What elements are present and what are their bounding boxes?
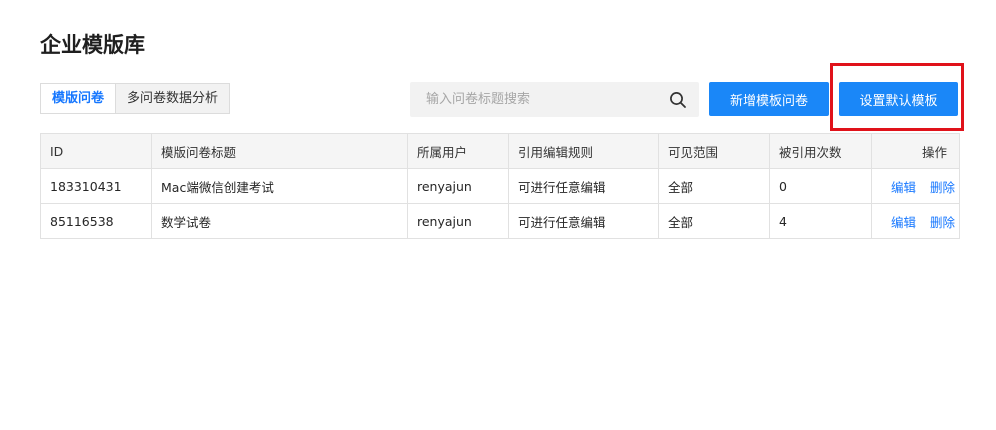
- tab-template-surveys[interactable]: 模版问卷: [41, 84, 117, 113]
- column-header-id: ID: [40, 133, 152, 169]
- cell-edit-rule: 可进行任意编辑: [508, 203, 659, 239]
- cell-title: 数学试卷: [151, 203, 408, 239]
- edit-link[interactable]: 编辑: [891, 215, 916, 230]
- template-table: ID 模版问卷标题 所属用户 引用编辑规则 可见范围 被引用次数 操作 1833…: [40, 133, 960, 239]
- enterprise-template-library-page: 企业模版库 模版问卷 多问卷数据分析 新增模板问卷 设置默认模板 ID 模版问卷…: [0, 0, 996, 430]
- table-row: 85116538 数学试卷 renyajun 可进行任意编辑 全部 4 编辑 删…: [40, 203, 960, 239]
- cell-actions: 编辑 删除: [871, 203, 960, 239]
- column-header-title: 模版问卷标题: [151, 133, 408, 169]
- page-title: 企业模版库: [40, 33, 145, 57]
- tab-multi-survey-analysis[interactable]: 多问卷数据分析: [116, 84, 229, 113]
- column-header-reference-count: 被引用次数: [769, 133, 872, 169]
- cell-reference-count: 0: [769, 168, 872, 204]
- search-box: [410, 82, 699, 117]
- search-input[interactable]: [410, 82, 660, 117]
- cell-owner: renyajun: [407, 203, 509, 239]
- column-header-edit-rule: 引用编辑规则: [508, 133, 659, 169]
- add-template-survey-button[interactable]: 新增模板问卷: [709, 82, 829, 116]
- search-icon[interactable]: [669, 91, 687, 109]
- column-header-visibility: 可见范围: [658, 133, 770, 169]
- cell-visibility: 全部: [658, 168, 770, 204]
- cell-owner: renyajun: [407, 168, 509, 204]
- cell-reference-count: 4: [769, 203, 872, 239]
- column-header-owner: 所属用户: [407, 133, 509, 169]
- delete-link[interactable]: 删除: [930, 215, 955, 230]
- cell-id: 183310431: [40, 168, 152, 204]
- table-row: 183310431 Mac端微信创建考试 renyajun 可进行任意编辑 全部…: [40, 168, 960, 204]
- cell-actions: 编辑 删除: [871, 168, 960, 204]
- cell-title: Mac端微信创建考试: [151, 168, 408, 204]
- cell-id: 85116538: [40, 203, 152, 239]
- delete-link[interactable]: 删除: [930, 180, 955, 195]
- tab-bar: 模版问卷 多问卷数据分析: [40, 83, 231, 114]
- cell-visibility: 全部: [658, 203, 770, 239]
- cell-edit-rule: 可进行任意编辑: [508, 168, 659, 204]
- set-default-template-button[interactable]: 设置默认模板: [839, 82, 958, 116]
- column-header-actions: 操作: [871, 133, 960, 169]
- edit-link[interactable]: 编辑: [891, 180, 916, 195]
- table-header-row: ID 模版问卷标题 所属用户 引用编辑规则 可见范围 被引用次数 操作: [40, 133, 960, 169]
